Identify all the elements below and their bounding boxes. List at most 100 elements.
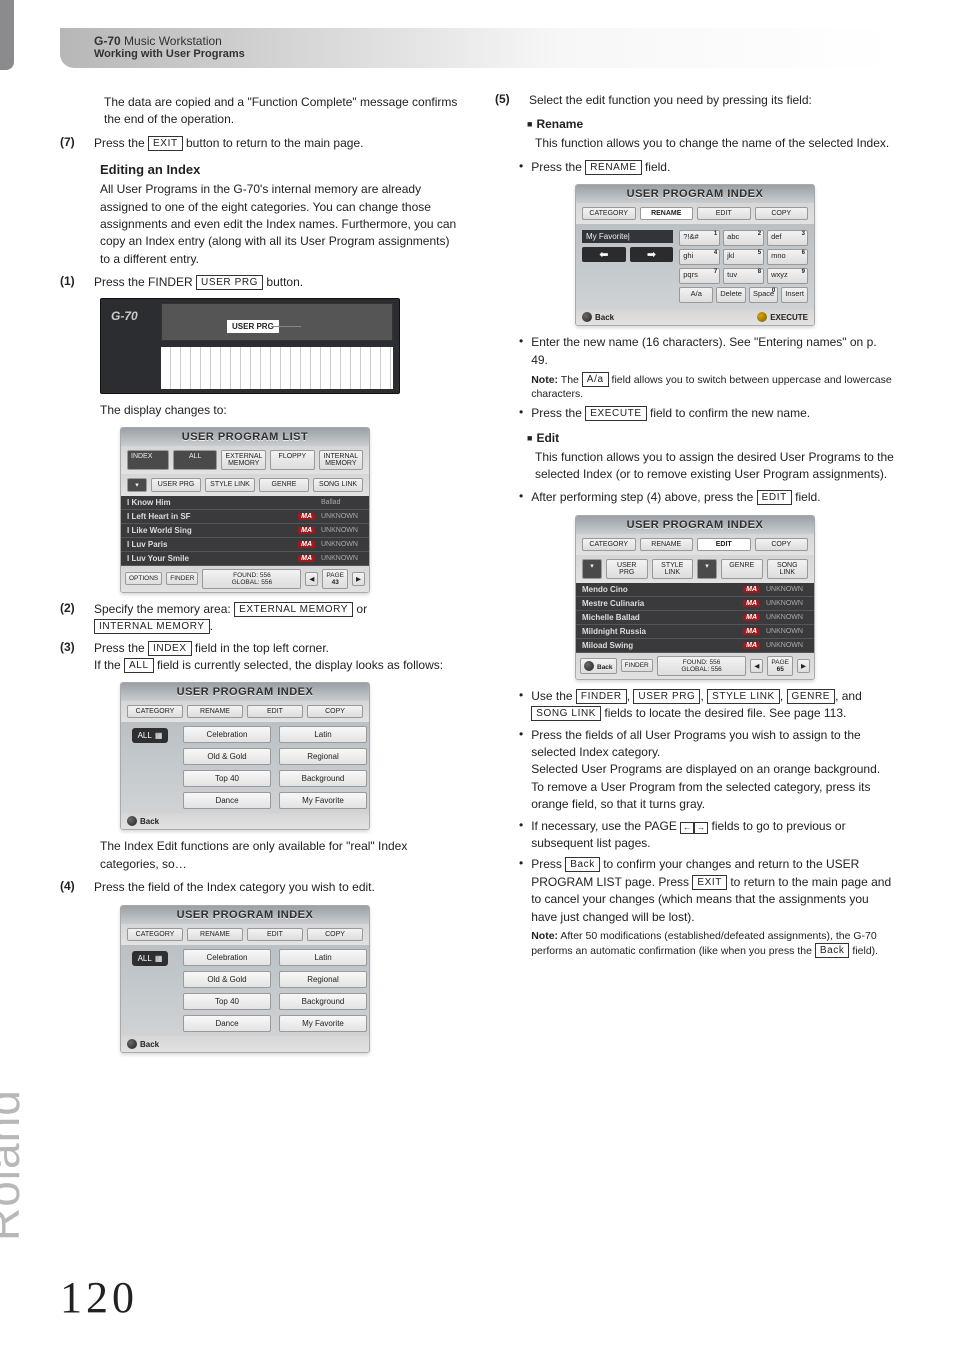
exit-button-label: EXIT — [692, 875, 727, 890]
upi2-tabs: CATEGORY RENAME EDIT COPY — [121, 924, 369, 945]
page-next-icon: ▶ — [797, 659, 810, 673]
row-meta: UNKNOWN — [766, 628, 808, 635]
device-keys — [161, 347, 393, 389]
bullet-text: If necessary, use the PAGE ←→ fields to … — [531, 818, 894, 853]
row-name: Miload Swing — [582, 641, 737, 650]
step-4-text: Press the field of the Index category yo… — [94, 879, 375, 896]
p-rename: This function allows you to change the n… — [535, 135, 894, 152]
badge-icon: MA — [298, 541, 315, 548]
left-p1: The data are copied and a "Function Comp… — [104, 94, 459, 129]
row-name: Mildnight Russia — [582, 627, 737, 636]
step-5-num: (5) — [495, 92, 519, 109]
upi2-title: USER PROGRAM INDEX — [121, 906, 369, 924]
list-row: Michelle BalladMAUNKNOWN — [576, 611, 814, 625]
index-cell: Regional — [279, 748, 367, 765]
t: . — [210, 619, 213, 633]
list-row: I Luv Your SmileMAUNKNOWN — [121, 552, 369, 566]
index-cell: My Favorite — [279, 792, 367, 809]
back-button: Back — [127, 816, 159, 826]
right-arrow-icon: ➡ — [630, 247, 674, 262]
keypad: ?!&#1 abc2 def3 ghi4 jkl5 mno6 pqrs7 tuv… — [679, 230, 808, 284]
tab-edit: EDIT — [697, 538, 751, 551]
all-button-label: ALL — [124, 658, 154, 673]
edit-foot: Back FINDER FOUND: 556GLOBAL: 556 ◀ PAGE… — [576, 653, 814, 679]
back-button: Back — [127, 1039, 159, 1049]
bullet-dot: • — [519, 818, 523, 853]
edit-box: USER PROGRAM INDEX CATEGORY RENAME EDIT … — [575, 515, 815, 680]
device-box: G-70 USER PRG — [100, 298, 400, 394]
upi-tab-edit: EDIT — [247, 928, 303, 941]
row-name: Michelle Ballad — [582, 613, 737, 622]
song-link-label: SONG LINK — [531, 706, 601, 721]
row-meta: UNKNOWN — [321, 527, 363, 534]
row-meta: UNKNOWN — [766, 614, 808, 621]
step-5: (5) Select the edit function you need by… — [495, 92, 894, 109]
index-cell: Latin — [279, 726, 367, 743]
upl-sort-1: STYLE LINK — [205, 478, 255, 492]
t: Press the — [94, 136, 148, 150]
style-link-label: STYLE LINK — [707, 689, 780, 704]
upi-tab-rename: RENAME — [187, 928, 243, 941]
page-prev-icon: ◀ — [305, 572, 318, 586]
page-next-icon: ▶ — [352, 572, 365, 586]
bullet-page: • If necessary, use the PAGE ←→ fields t… — [519, 818, 894, 853]
t: If the — [94, 658, 124, 672]
name-input: My Favorite| — [582, 230, 673, 243]
bullet-dot: • — [519, 856, 523, 958]
upi1-cells: Celebration Latin Old & Gold Regional To… — [183, 726, 367, 809]
fig-upi-1: USER PROGRAM INDEX CATEGORY RENAME EDIT … — [120, 682, 370, 830]
foot-finder: FINDER — [621, 659, 653, 672]
upi1-box: USER PROGRAM INDEX CATEGORY RENAME EDIT … — [120, 682, 370, 830]
t: button. — [263, 275, 303, 289]
list-row: I Like World SingMAUNKNOWN — [121, 524, 369, 538]
step-4: (4) Press the field of the Index categor… — [60, 879, 459, 896]
upi2-box: USER PROGRAM INDEX CATEGORY RENAME EDIT … — [120, 905, 370, 1053]
bullet-text: Press the fields of all User Programs yo… — [531, 727, 894, 814]
t: or — [353, 602, 367, 616]
tab-edit: EDIT — [697, 207, 751, 220]
left-arrow-icon: ⬅ — [582, 247, 626, 262]
key-space: Space0 — [749, 287, 778, 303]
exit-button-label: EXIT — [148, 136, 183, 151]
foot-count: FOUND: 556GLOBAL: 556 — [202, 569, 301, 589]
left-p3: The display changes to: — [100, 402, 459, 419]
upi1-foot: Back — [121, 813, 369, 829]
ext-mem-button-label: EXTERNAL MEMORY — [234, 602, 353, 617]
rename-tabs: CATEGORY RENAME EDIT COPY — [576, 203, 814, 224]
index-cell: Celebration — [183, 949, 271, 966]
upl-tab-all: ALL — [173, 450, 217, 470]
tab-category: CATEGORY — [582, 207, 636, 220]
bullet-enter: • Enter the new name (16 characters). Se… — [519, 334, 894, 401]
upi-tab-rename: RENAME — [187, 705, 243, 718]
bullet-text: Enter the new name (16 characters). See … — [531, 334, 894, 401]
row-meta: UNKNOWN — [766, 586, 808, 593]
page-indicator: PAGE43 — [322, 569, 348, 589]
index-cell: Old & Gold — [183, 748, 271, 765]
bullet-text: Press the EXECUTE field to confirm the n… — [531, 405, 894, 422]
header-product-bold: G-70 — [94, 34, 121, 48]
key: abc2 — [723, 230, 764, 246]
bullet-dot: • — [519, 489, 523, 506]
row-meta: UNKNOWN — [321, 555, 363, 562]
tab-rename: RENAME — [640, 538, 694, 551]
step-1-num: (1) — [60, 274, 84, 291]
page-arrows-icon: ←→ — [680, 822, 708, 834]
index-cell: Celebration — [183, 726, 271, 743]
key: def3 — [767, 230, 808, 246]
upi1-title: USER PROGRAM INDEX — [121, 683, 369, 701]
page-prev-icon: ◀ — [750, 659, 763, 673]
edit-tabs: CATEGORY RENAME EDIT COPY — [576, 534, 814, 555]
page-number: 120 — [60, 1272, 138, 1323]
upi1-grid: ALL▦ Celebration Latin Old & Gold Region… — [121, 722, 369, 813]
upl-tab-floppy: FLOPPY — [270, 450, 314, 470]
rename-box: USER PROGRAM INDEX CATEGORY RENAME EDIT … — [575, 184, 815, 326]
index-cell: Regional — [279, 971, 367, 988]
foot-back: Back — [580, 658, 617, 674]
t: field is currently selected, the display… — [154, 658, 443, 672]
row-name: Mestre Culinaria — [582, 599, 737, 608]
key: tuv8 — [723, 268, 764, 284]
bullet-dot: • — [519, 405, 523, 422]
corner-tab — [0, 0, 14, 70]
user-prg-label: USER PRG — [633, 689, 700, 704]
note-50-mods: Note: After 50 modifications (establishe… — [531, 929, 894, 958]
